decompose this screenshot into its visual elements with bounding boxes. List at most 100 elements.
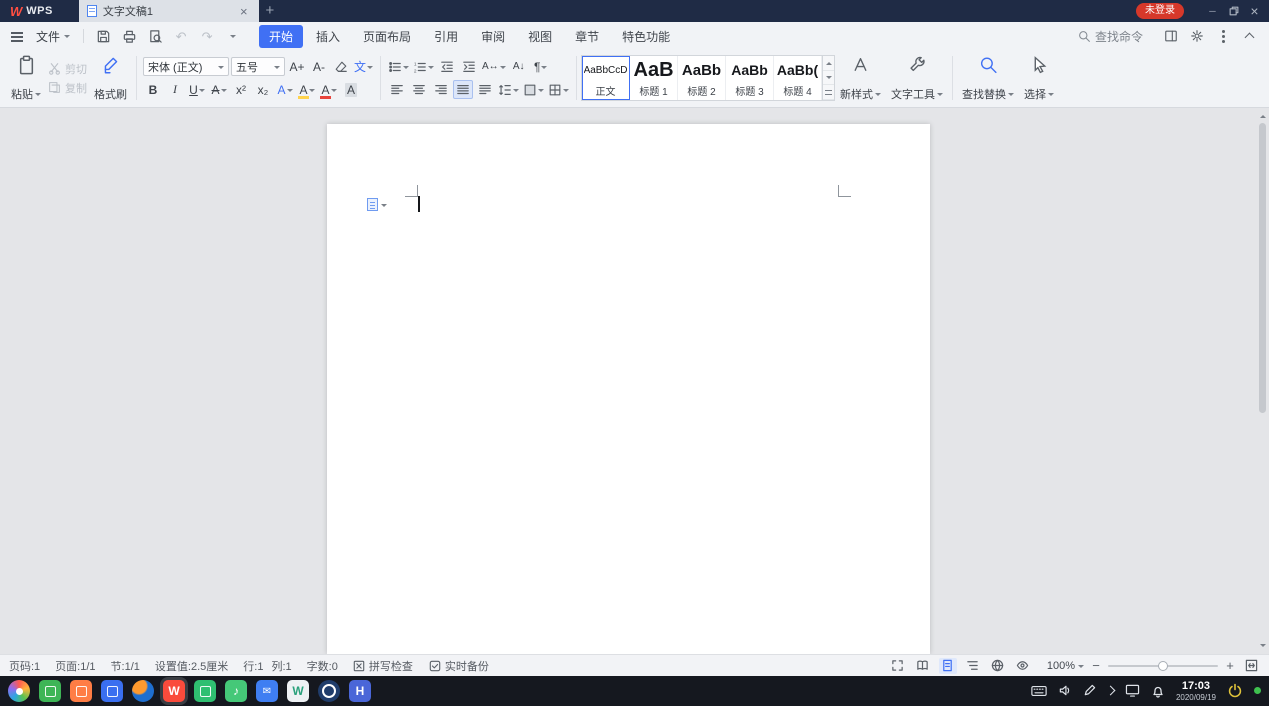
zoom-out-button[interactable]: − — [1090, 659, 1102, 672]
taskbar-launcher-icon[interactable] — [8, 680, 30, 702]
align-right-button[interactable] — [431, 80, 451, 99]
subscript-button[interactable]: x₂ — [253, 80, 273, 99]
tab-close-icon[interactable] — [237, 5, 251, 18]
style-normal[interactable]: AaBbCcD 正文 — [582, 56, 631, 100]
gallery-expand[interactable] — [823, 85, 835, 101]
tray-expand-chevron-icon[interactable] — [1105, 686, 1116, 696]
select-button[interactable]: 选择 — [1019, 52, 1059, 104]
close-button[interactable] — [1244, 0, 1265, 22]
print-preview-button[interactable] — [143, 26, 167, 46]
zoom-in-button[interactable]: + — [1224, 659, 1236, 672]
tab-review[interactable]: 审阅 — [471, 25, 515, 48]
page-view-icon[interactable] — [938, 657, 957, 674]
scroll-down-arrow[interactable] — [1259, 644, 1266, 650]
justify-button[interactable] — [453, 80, 474, 99]
find-replace-button[interactable]: 查找替换 — [957, 52, 1019, 104]
eye-protection-icon[interactable] — [1014, 658, 1032, 674]
redo-button[interactable]: ↷ — [195, 26, 219, 46]
copy-button[interactable]: 复制 — [48, 80, 87, 96]
cut-button[interactable]: 剪切 — [48, 61, 87, 77]
align-left-button[interactable] — [387, 80, 407, 99]
character-shading-button[interactable]: A — [341, 80, 361, 99]
taskbar-green-app-icon[interactable] — [39, 680, 61, 702]
main-menu-icon[interactable] — [8, 27, 26, 45]
style-heading-3[interactable]: AaBb 标题 3 — [726, 56, 775, 100]
align-center-button[interactable] — [409, 80, 429, 99]
borders-button[interactable] — [547, 80, 570, 99]
taskbar-music-icon[interactable]: ♪ — [225, 680, 247, 702]
bullets-button[interactable] — [387, 57, 410, 76]
read-layout-icon[interactable] — [914, 658, 932, 674]
keyboard-icon[interactable] — [1031, 685, 1047, 697]
new-style-button[interactable]: 新样式 — [835, 52, 886, 104]
vertical-scrollbar[interactable] — [1256, 108, 1269, 654]
taskbar-mail-icon[interactable]: ✉ — [256, 680, 278, 702]
status-dot-icon[interactable] — [1254, 687, 1261, 695]
font-color-button[interactable]: A — [319, 80, 339, 99]
decrease-font-button[interactable]: A- — [309, 57, 329, 76]
collapse-ribbon-icon[interactable] — [1237, 26, 1261, 46]
sort-button[interactable]: A↓ — [509, 57, 529, 76]
command-search[interactable]: 查找命令 — [1078, 28, 1143, 45]
taskbar-media-player-icon[interactable] — [194, 680, 216, 702]
decrease-indent-button[interactable] — [437, 57, 457, 76]
clock[interactable]: 17:03 2020/09/19 — [1176, 680, 1216, 702]
tab-home[interactable]: 开始 — [259, 24, 304, 48]
tab-insert[interactable]: 插入 — [306, 25, 350, 48]
superscript-button[interactable]: x² — [231, 80, 251, 99]
notification-bell-icon[interactable] — [1151, 684, 1165, 698]
font-size-select[interactable]: 五号 — [231, 57, 285, 76]
taskbar-wps-icon[interactable]: W — [163, 680, 185, 702]
file-menu[interactable]: 文件 — [30, 28, 76, 45]
realtime-backup-toggle[interactable]: 实时备份 — [429, 658, 489, 674]
fullscreen-view-icon[interactable] — [889, 658, 907, 674]
power-icon[interactable] — [1227, 683, 1243, 699]
undo-button[interactable]: ↶ — [169, 26, 193, 46]
outline-view-icon[interactable] — [964, 658, 982, 674]
tab-section[interactable]: 章节 — [565, 25, 609, 48]
scroll-up-arrow[interactable] — [1259, 112, 1266, 118]
settings-gear-icon[interactable] — [1185, 26, 1209, 46]
tab-view[interactable]: 视图 — [518, 25, 562, 48]
numbering-button[interactable]: 12 — [412, 57, 435, 76]
document-page[interactable] — [327, 124, 930, 654]
taskbar-file-manager-icon[interactable] — [101, 680, 123, 702]
taskbar-browser-icon[interactable] — [132, 680, 154, 702]
display-icon[interactable] — [1125, 684, 1140, 698]
line-spacing-button[interactable] — [497, 80, 520, 99]
input-method-icon[interactable] — [1083, 684, 1096, 697]
scrollbar-thumb[interactable] — [1259, 123, 1266, 413]
style-heading-1[interactable]: AaB 标题 1 — [630, 56, 679, 100]
font-name-select[interactable]: 宋体 (正文) — [143, 57, 229, 76]
taskbar-doc-viewer-icon[interactable]: W — [287, 680, 309, 702]
text-tool-button[interactable]: 文字工具 — [886, 52, 948, 104]
zoom-slider[interactable] — [1108, 660, 1218, 671]
fit-page-icon[interactable] — [1242, 658, 1260, 674]
taskbar-control-center-icon[interactable] — [318, 680, 340, 702]
taskbar-appstore-icon[interactable] — [70, 680, 92, 702]
task-pane-button[interactable] — [1159, 26, 1183, 46]
text-scale-button[interactable]: A↔ — [481, 57, 507, 76]
italic-button[interactable]: I — [165, 80, 185, 99]
tab-references[interactable]: 引用 — [424, 25, 468, 48]
volume-icon[interactable] — [1058, 684, 1072, 697]
clear-format-button[interactable] — [331, 57, 351, 76]
strikethrough-button[interactable]: A — [209, 80, 229, 99]
bold-button[interactable]: B — [143, 80, 163, 99]
distribute-button[interactable] — [475, 80, 495, 99]
print-button[interactable] — [117, 26, 141, 46]
web-view-icon[interactable] — [989, 658, 1007, 674]
spell-check-toggle[interactable]: 拼写检查 — [353, 658, 413, 674]
login-badge[interactable]: 未登录 — [1136, 3, 1184, 19]
gallery-scroll-down[interactable] — [823, 71, 835, 86]
shading-button[interactable] — [522, 80, 545, 99]
save-button[interactable] — [91, 26, 115, 46]
tab-page-layout[interactable]: 页面布局 — [353, 25, 421, 48]
increase-indent-button[interactable] — [459, 57, 479, 76]
show-formatting-marks-button[interactable]: ¶ — [531, 57, 551, 76]
tab-special-features[interactable]: 特色功能 — [612, 25, 680, 48]
minimize-button[interactable] — [1202, 0, 1223, 22]
style-heading-4[interactable]: AaBb( 标题 4 — [774, 56, 823, 100]
document-area[interactable] — [0, 108, 1269, 654]
zoom-slider-thumb[interactable] — [1158, 660, 1168, 671]
